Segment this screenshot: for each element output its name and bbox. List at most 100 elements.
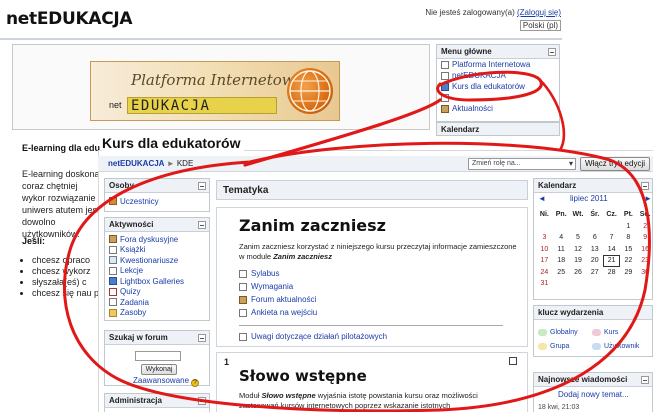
collapse-icon[interactable] xyxy=(198,182,206,190)
resource-ankieta[interactable]: Ankieta na wejściu xyxy=(239,306,317,319)
calendar-day[interactable]: 25 xyxy=(553,267,570,279)
calendar-day xyxy=(553,221,570,233)
language-select[interactable]: Polski (pl) xyxy=(519,20,561,31)
resource-sylabus[interactable]: Sylabus xyxy=(239,267,317,280)
calendar-day[interactable]: 4 xyxy=(553,232,570,244)
calendar-day[interactable]: 29 xyxy=(620,267,637,279)
calendar-day[interactable]: 16 xyxy=(637,244,653,256)
calendar-day[interactable]: 7 xyxy=(603,232,620,244)
calendar-month[interactable]: lipiec 2011 xyxy=(570,194,608,203)
calendar-day[interactable]: 24 xyxy=(536,267,553,279)
event-key-course[interactable]: Kurs xyxy=(592,325,646,339)
menu-item-aktualnosci[interactable]: Aktualności xyxy=(437,103,559,114)
calendar-day[interactable]: 30 xyxy=(637,267,653,279)
calendar-day[interactable]: 15 xyxy=(620,244,637,256)
calendar-day[interactable]: 20 xyxy=(586,255,603,267)
event-key-global[interactable]: Globalny xyxy=(538,325,592,339)
resource-forum[interactable]: Forum aktualności xyxy=(239,293,317,306)
calendar-day[interactable]: 13 xyxy=(586,244,603,256)
topic-number: 1 xyxy=(224,357,230,367)
add-topic-link[interactable]: Dodaj nowy temat... xyxy=(558,390,629,399)
collapse-icon[interactable] xyxy=(548,48,556,56)
resource-icon xyxy=(109,308,117,317)
event-key-user[interactable]: Użytkownik xyxy=(592,339,646,353)
jesli-heading: Jeśli: xyxy=(22,236,46,246)
topic-description-text: Moduł xyxy=(239,391,262,400)
calendar-day[interactable]: 31 xyxy=(536,278,553,290)
activity-forums[interactable]: Fora dyskusyjne xyxy=(105,234,209,245)
menu-item-kurs[interactable]: Kurs dla edukatorów xyxy=(437,81,559,92)
calendar-day[interactable]: 12 xyxy=(570,244,587,256)
book-icon xyxy=(109,245,117,254)
document-icon xyxy=(239,269,247,278)
menu-item-hidden[interactable] xyxy=(437,92,559,103)
help-icon[interactable]: ? xyxy=(191,379,200,387)
calendar-day[interactable]: 27 xyxy=(586,267,603,279)
event-key-title: klucz wydarzenia xyxy=(538,308,604,317)
activity-lessons[interactable]: Lekcje xyxy=(105,266,209,277)
login-link[interactable]: (Zaloguj się) xyxy=(517,8,561,17)
calendar-day[interactable]: 1 xyxy=(620,221,637,233)
site-header: netEDUKACJA Nie jesteś zalogowany(a) (Za… xyxy=(0,0,653,40)
calendar-day[interactable]: 8 xyxy=(620,232,637,244)
participants-link[interactable]: Uczestnicy xyxy=(105,196,209,207)
search-submit-button[interactable]: Wykonaj xyxy=(141,364,177,375)
main-menu-block: Menu główne Platforma Internetowa netEDU… xyxy=(436,44,560,122)
activity-quizzes[interactable]: Quizy xyxy=(105,287,209,298)
activity-questionnaires[interactable]: Kwestionariusze xyxy=(105,255,209,266)
menu-item-netedukacja[interactable]: netEDUKACJA xyxy=(437,70,559,81)
activity-assignments[interactable]: Zadania xyxy=(105,297,209,308)
administration-block: Administracja xyxy=(104,393,210,412)
resource-wymagania[interactable]: Wymagania xyxy=(239,280,317,293)
edit-mode-button[interactable]: Włącz tryb edycji xyxy=(580,157,650,171)
previous-month-icon[interactable]: ◄ xyxy=(538,194,546,203)
calendar-day[interactable]: 23 xyxy=(637,255,653,267)
collapse-icon[interactable] xyxy=(198,221,206,229)
event-color-swatch xyxy=(538,342,547,350)
collapse-icon[interactable] xyxy=(198,397,206,405)
advanced-search-link[interactable]: Zaawansowane? xyxy=(133,376,200,387)
resource-uwagi[interactable]: Uwagi dotyczące działań pilotażowych xyxy=(239,332,387,341)
activity-resources[interactable]: Zasoby xyxy=(105,308,209,319)
calendar-day[interactable]: 26 xyxy=(570,267,587,279)
forum-search-input[interactable] xyxy=(135,351,181,361)
calendar-day[interactable]: 28 xyxy=(603,267,620,279)
breadcrumb-root[interactable]: netEDUKACJA xyxy=(108,159,164,168)
calendar-day[interactable]: 2 xyxy=(637,221,653,233)
calendar-week: 10 11 12 13 14 15 16 xyxy=(536,244,653,256)
calendar-day[interactable]: 9 xyxy=(637,232,653,244)
calendar-day[interactable]: 19 xyxy=(570,255,587,267)
back-calendar-header: Kalendarz xyxy=(436,122,560,136)
calendar-day[interactable]: 14 xyxy=(603,244,620,256)
event-key-group[interactable]: Grupa xyxy=(538,339,592,353)
document-icon xyxy=(441,71,449,80)
calendar-day[interactable]: 10 xyxy=(536,244,553,256)
activity-books[interactable]: Książki xyxy=(105,245,209,256)
event-color-swatch xyxy=(592,328,601,336)
collapse-icon[interactable] xyxy=(198,334,206,342)
forum-icon xyxy=(441,104,449,113)
calendar-day xyxy=(553,278,570,290)
calendar-day[interactable]: 21 xyxy=(603,255,620,267)
calendar-day[interactable]: 5 xyxy=(570,232,587,244)
collapse-icon[interactable] xyxy=(641,182,649,190)
activity-galleries[interactable]: Lightbox Galleries xyxy=(105,276,209,287)
role-switch-select[interactable]: Zmień rolę na... xyxy=(468,158,576,170)
activities-title: Aktywności xyxy=(109,220,154,229)
topic-description: Zanim zaczniesz korzystać z niniejszego … xyxy=(239,242,519,262)
calendar-day[interactable]: 18 xyxy=(553,255,570,267)
calendar-header: Kalendarz xyxy=(534,179,652,193)
collapse-icon[interactable] xyxy=(641,376,649,384)
users-icon xyxy=(109,197,117,206)
highlight-toggle-icon[interactable] xyxy=(509,357,517,365)
calendar-day[interactable]: 11 xyxy=(553,244,570,256)
document-icon xyxy=(441,93,449,102)
calendar-nav: ◄ lipiec 2011 ► xyxy=(534,193,653,205)
header-divider xyxy=(0,38,562,40)
calendar-day[interactable]: 3 xyxy=(536,232,553,244)
next-month-icon[interactable]: ► xyxy=(644,194,652,203)
calendar-day[interactable]: 17 xyxy=(536,255,553,267)
calendar-day[interactable]: 22 xyxy=(620,255,637,267)
menu-item-platforma[interactable]: Platforma Internetowa xyxy=(437,59,559,70)
calendar-day[interactable]: 6 xyxy=(586,232,603,244)
